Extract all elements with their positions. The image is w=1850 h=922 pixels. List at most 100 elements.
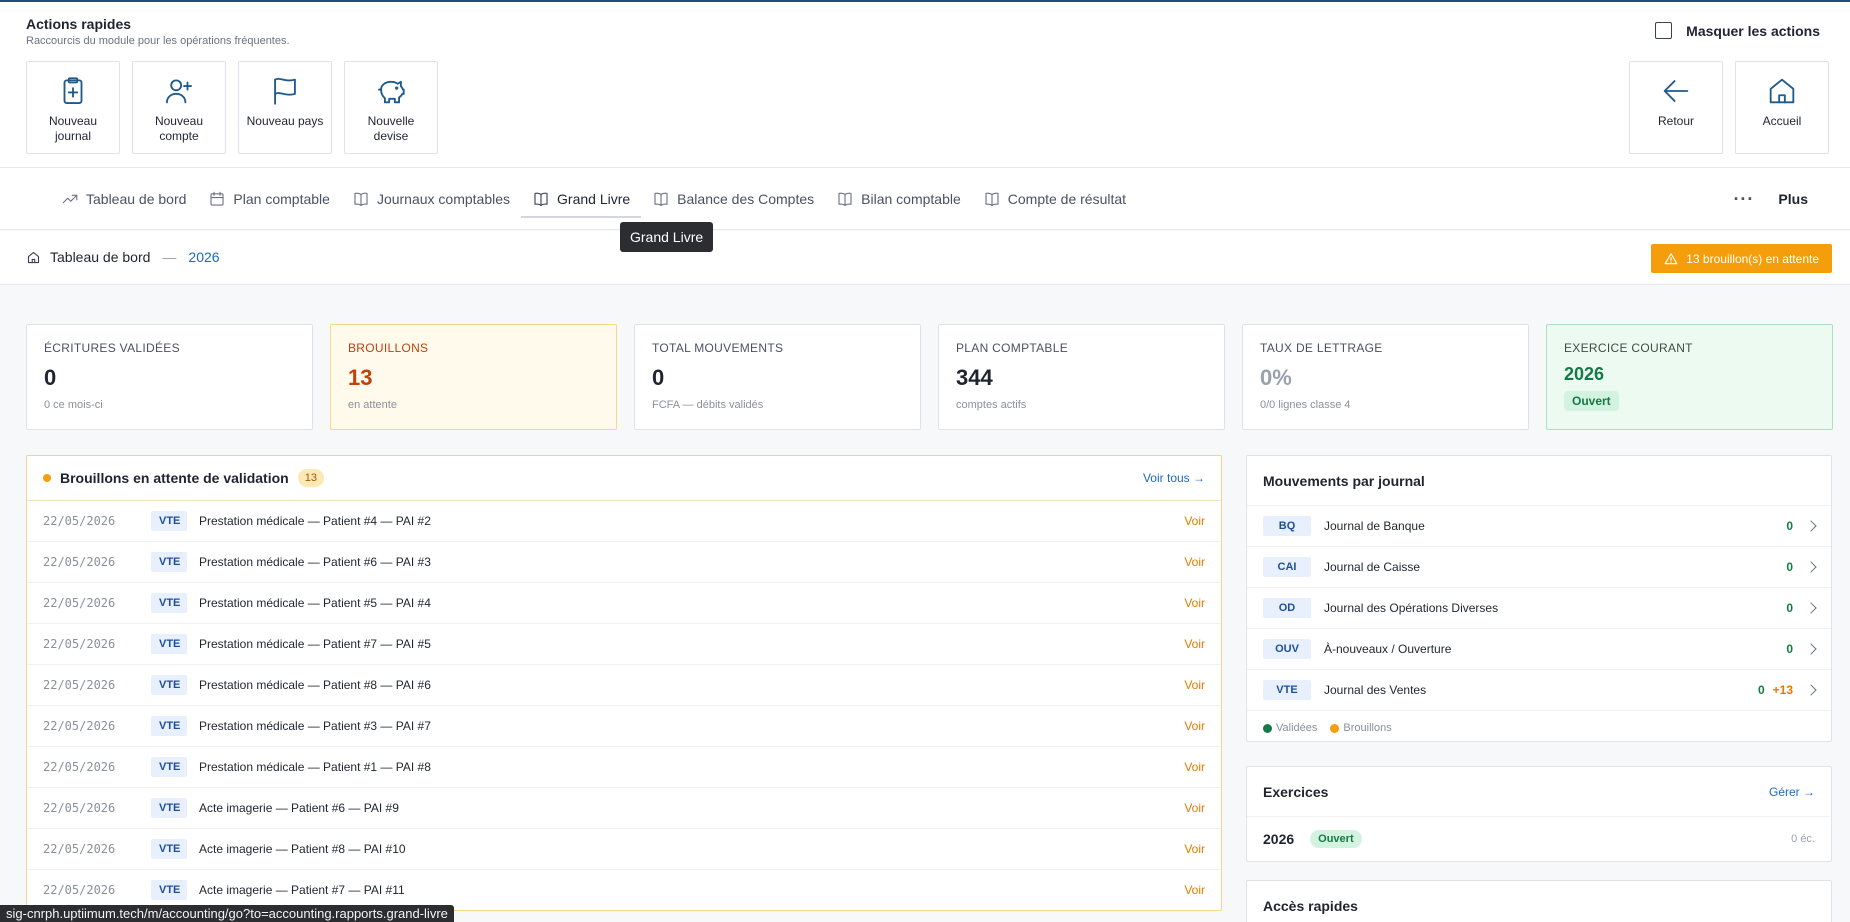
kpi-drafts: BROUILLONS 13 en attente <box>330 324 617 430</box>
view-draft-link[interactable]: Voir <box>1184 719 1205 733</box>
journal-movement-row[interactable]: OUV À-nouveaux / Ouverture 0 <box>1247 629 1831 670</box>
journal-code-badge: VTE <box>151 593 187 613</box>
book-icon <box>534 192 548 206</box>
breadcrumb: Tableau de bord — 2026 <box>26 249 220 265</box>
status-badge: Ouvert <box>1564 391 1619 411</box>
view-draft-link[interactable]: Voir <box>1184 760 1205 774</box>
view-draft-link[interactable]: Voir <box>1184 842 1205 856</box>
warning-icon <box>1664 252 1678 264</box>
view-draft-link[interactable]: Voir <box>1184 637 1205 651</box>
nav-item-journals[interactable]: Journaux comptables <box>341 168 521 230</box>
view-draft-link[interactable]: Voir <box>1184 514 1205 528</box>
draft-row[interactable]: 22/05/2026 VTE Prestation médicale — Patie… <box>27 501 1221 542</box>
draft-date: 22/05/2026 <box>43 596 116 610</box>
journal-code-badge: BQ <box>1263 516 1311 536</box>
legend-drafts: Brouillons <box>1330 722 1392 734</box>
status-bar-url: sig-cnrph.uptiimum.tech/m/accounting/go?… <box>0 905 454 922</box>
kpi-row: ÉCRITURES VALIDÉES 0 0 ce mois-ci BROUIL… <box>26 324 1833 430</box>
new-currency-button[interactable]: Nouvelle devise <box>344 61 438 154</box>
new-account-button[interactable]: Nouveau compte <box>132 61 226 154</box>
draft-row[interactable]: 22/05/2026 VTE Prestation médicale — Patie… <box>27 706 1221 747</box>
journal-name: Journal des Ventes <box>1324 683 1427 697</box>
journal-code-badge: VTE <box>151 839 187 859</box>
home-button[interactable]: Accueil <box>1735 61 1829 154</box>
tile-label: Retour <box>1657 114 1695 128</box>
hide-actions-toggle[interactable]: Masquer les actions <box>1655 22 1820 39</box>
nav-item-income-statement[interactable]: Compte de résultat <box>972 168 1137 230</box>
journal-movement-row[interactable]: BQ Journal de Banque 0 <box>1247 506 1831 547</box>
draft-row[interactable]: 22/05/2026 VTE Acte imagerie — Patient #8 … <box>27 829 1221 870</box>
journal-code-badge: VTE <box>151 675 187 695</box>
kpi-sub: 0/0 lignes classe 4 <box>1260 399 1351 411</box>
journal-code-badge: VTE <box>151 798 187 818</box>
kpi-value: 344 <box>956 365 993 390</box>
breadcrumb-bar: Tableau de bord — 2026 13 brouillon(s) e… <box>0 231 1850 285</box>
kpi-value: 13 <box>348 365 373 390</box>
new-country-button[interactable]: Nouveau pays <box>238 61 332 154</box>
exercises-card: Exercices Gérer → 2026 Ouvert 0 éc. <box>1246 766 1832 862</box>
exercise-row[interactable]: 2026 Ouvert 0 éc. <box>1247 817 1831 860</box>
nav-item-dashboard[interactable]: Tableau de bord <box>50 168 197 230</box>
home-icon[interactable] <box>26 250 41 265</box>
draft-row[interactable]: 22/05/2026 VTE Acte imagerie — Patient #6 … <box>27 788 1221 829</box>
drafts-pending-badge[interactable]: 13 brouillon(s) en attente <box>1651 244 1832 273</box>
nav-item-trial-balance[interactable]: Balance des Comptes <box>641 168 825 230</box>
tile-label: Nouveau journal <box>48 114 98 143</box>
draft-count: +13 <box>1772 683 1793 697</box>
kpi-value: 0 <box>652 365 665 390</box>
chevron-right-icon <box>1805 684 1817 696</box>
view-draft-link[interactable]: Voir <box>1184 678 1205 692</box>
journal-code-badge: VTE <box>151 716 187 736</box>
breadcrumb-root[interactable]: Tableau de bord <box>50 249 150 265</box>
view-draft-link[interactable]: Voir <box>1184 801 1205 815</box>
draft-label: Acte imagerie — Patient #6 — PAI #9 <box>199 801 399 815</box>
kpi-label: EXERCICE COURANT <box>1564 341 1693 355</box>
journal-name: À-nouveaux / Ouverture <box>1324 642 1452 656</box>
journal-movement-row[interactable]: CAI Journal de Caisse 0 <box>1247 547 1831 588</box>
kpi-value: 0 <box>44 365 57 390</box>
nav-more-button[interactable]: ··· Plus <box>1733 168 1808 230</box>
view-draft-link[interactable]: Voir <box>1184 555 1205 569</box>
journal-movement-row[interactable]: OD Journal des Opérations Diverses 0 <box>1247 588 1831 629</box>
back-button[interactable]: Retour <box>1629 61 1723 154</box>
nav-item-balance-sheet[interactable]: Bilan comptable <box>825 168 972 230</box>
draft-date: 22/05/2026 <box>43 719 116 733</box>
draft-row[interactable]: 22/05/2026 VTE Prestation médicale — Patie… <box>27 542 1221 583</box>
draft-row[interactable]: 22/05/2026 VTE Prestation médicale — Patie… <box>27 665 1221 706</box>
legend-dot-icon <box>1263 723 1272 733</box>
draft-row[interactable]: 22/05/2026 VTE Prestation médicale — Patie… <box>27 583 1221 624</box>
calendar-icon <box>210 191 224 206</box>
nav-more-label: Plus <box>1778 191 1808 207</box>
view-draft-link[interactable]: Voir <box>1184 883 1205 897</box>
kpi-sub: FCFA — débits validés <box>652 399 764 411</box>
see-all-link[interactable]: Voir tous → <box>1143 471 1205 485</box>
draft-label: Acte imagerie — Patient #7 — PAI #11 <box>199 883 405 897</box>
draft-row[interactable]: 22/05/2026 VTE Prestation médicale — Patie… <box>27 624 1221 665</box>
draft-label: Prestation médicale — Patient #5 — PAI #… <box>199 596 431 610</box>
manage-exercises-link[interactable]: Gérer → <box>1769 785 1815 799</box>
nav-item-label: Bilan comptable <box>861 191 961 207</box>
quick-actions-subtitle: Raccourcis du module pour les opérations… <box>26 35 290 47</box>
book-icon <box>838 192 852 206</box>
breadcrumb-year[interactable]: 2026 <box>188 249 219 265</box>
draft-row[interactable]: 22/05/2026 VTE Prestation médicale — Patie… <box>27 747 1221 788</box>
journal-code-badge: VTE <box>151 552 187 572</box>
nav-item-label: Compte de résultat <box>1007 191 1127 207</box>
tile-label: Nouveau compte <box>154 114 204 143</box>
movements-list: BQ Journal de Banque 0 CAI Journal de Caisse… <box>1247 506 1831 711</box>
nav-item-general-ledger[interactable]: Grand Livre <box>521 168 642 230</box>
tile-label: Accueil <box>1762 114 1802 128</box>
movements-by-journal-card: Mouvements par journal BQ Journal de Banq… <box>1246 455 1832 742</box>
nav-item-chart-of-accounts[interactable]: Plan comptable <box>197 168 341 230</box>
user-plus-icon <box>166 79 192 104</box>
journal-movement-row[interactable]: VTE Journal des Ventes 0 +13 <box>1247 670 1831 711</box>
view-draft-link[interactable]: Voir <box>1184 596 1205 610</box>
new-journal-button[interactable]: Nouveau journal <box>26 61 120 154</box>
movements-title: Mouvements par journal <box>1247 456 1831 506</box>
pending-drafts-panel: Brouillons en attente de validation 13 V… <box>26 455 1222 911</box>
hide-actions-checkbox[interactable] <box>1655 22 1673 39</box>
kpi-sub: 0 ce mois-ci <box>44 399 103 411</box>
nav-item-label: Tableau de bord <box>86 191 187 207</box>
kpi-chart-of-accounts: PLAN COMPTABLE 344 comptes actifs <box>938 324 1225 430</box>
draft-date: 22/05/2026 <box>43 883 116 897</box>
